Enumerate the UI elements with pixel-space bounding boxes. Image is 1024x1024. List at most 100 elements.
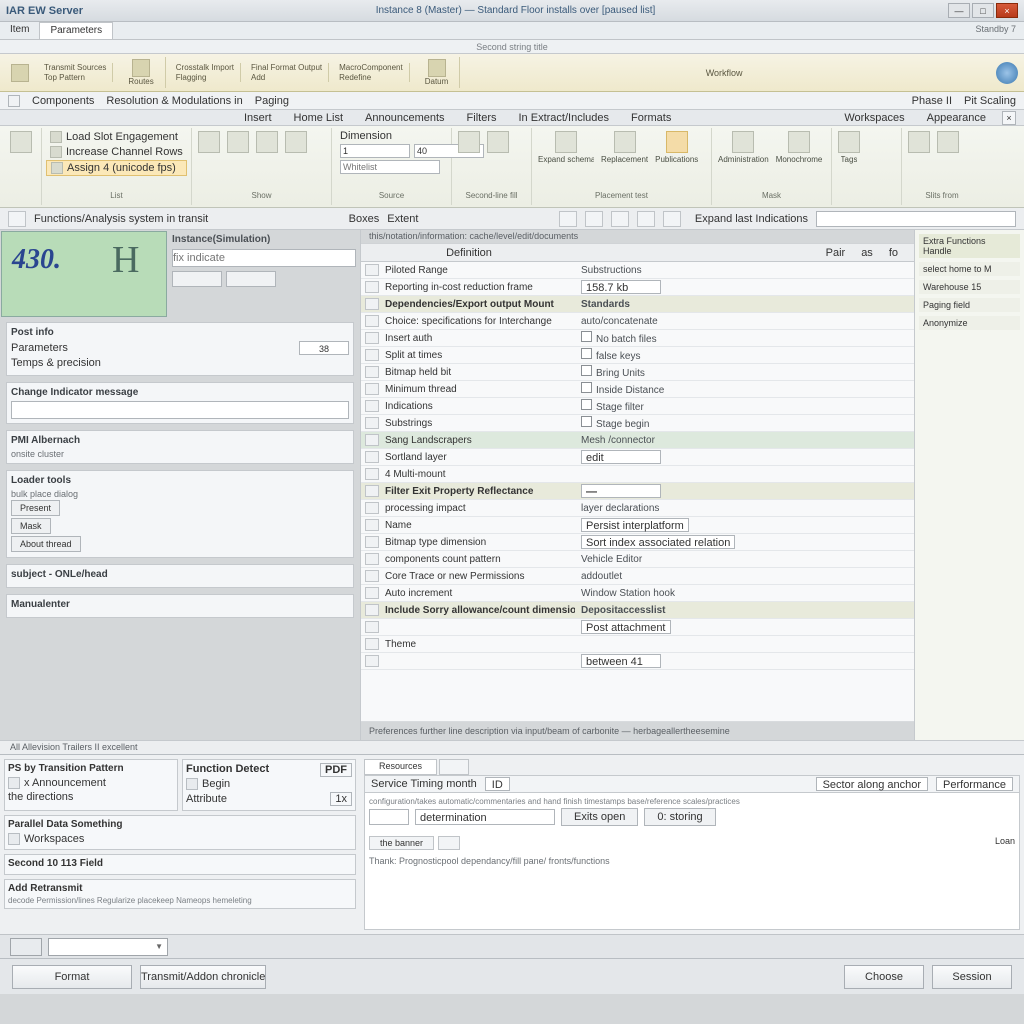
bar2-item[interactable]: Resolution & Modulations in — [106, 95, 242, 107]
property-row[interactable]: Insert authNo batch files — [361, 330, 914, 347]
rtab[interactable]: Workspaces — [838, 111, 910, 125]
property-row[interactable]: Auto incrementWindow Station hook — [361, 585, 914, 602]
right-item[interactable]: select home to M — [919, 262, 1020, 276]
bottom-tab[interactable]: Resources — [364, 759, 437, 775]
rbtn[interactable] — [283, 130, 309, 154]
value-box[interactable]: Post attachment — [581, 620, 671, 634]
combo-icon[interactable] — [10, 938, 42, 956]
rtab[interactable]: Insert — [238, 111, 278, 125]
row-value[interactable]: Stage filter — [581, 399, 910, 413]
row-value[interactable]: layer declarations — [581, 503, 910, 514]
choose-button[interactable]: Choose — [844, 965, 924, 989]
row-value[interactable]: Standards — [581, 299, 910, 310]
col-h[interactable]: fo — [881, 247, 906, 259]
bgroup-value[interactable]: PDF — [320, 763, 352, 777]
checkbox[interactable] — [581, 399, 592, 410]
row-value[interactable]: addoutlet — [581, 571, 910, 582]
combo-select[interactable]: ▼ — [48, 938, 168, 956]
property-row[interactable]: Minimum threadInside Distance — [361, 381, 914, 398]
bgroup-line[interactable]: x Announcement — [8, 776, 174, 790]
row-value[interactable]: Inside Distance — [581, 382, 910, 396]
property-row[interactable]: between 41 — [361, 653, 914, 670]
row-value[interactable]: edit — [581, 450, 910, 464]
format-button[interactable]: Format — [12, 965, 132, 989]
property-row[interactable]: Filter Exit Property Reflectance— — [361, 483, 914, 500]
right-item[interactable]: Paging field — [919, 298, 1020, 312]
panel-button[interactable]: Mask — [11, 518, 51, 534]
close-panel-icon[interactable]: × — [1002, 111, 1016, 125]
bgroup-value[interactable]: 1x — [330, 792, 352, 806]
rbtn[interactable] — [254, 130, 280, 154]
row-value[interactable]: 158.7 kb — [581, 280, 910, 294]
bgroup-line[interactable]: Begin — [186, 777, 352, 791]
panel-button[interactable]: Present — [11, 500, 60, 516]
panel-button[interactable]: About thread — [11, 536, 81, 552]
mini-button[interactable] — [637, 211, 655, 227]
property-row[interactable]: Bitmap held bitBring Units — [361, 364, 914, 381]
close-button[interactable]: × — [996, 3, 1018, 18]
row-value[interactable]: false keys — [581, 348, 910, 362]
property-row[interactable]: Theme — [361, 636, 914, 653]
property-row[interactable]: Dependencies/Export output MountStandard… — [361, 296, 914, 313]
rlist-item[interactable]: Load Slot Engagement — [46, 130, 187, 144]
mini-button[interactable] — [8, 211, 26, 227]
checkbox[interactable] — [581, 331, 592, 342]
help-orb-icon[interactable] — [996, 62, 1018, 84]
rtab[interactable]: Home List — [288, 111, 350, 125]
ribbon1-btn[interactable]: Routes — [123, 57, 158, 88]
row-value[interactable]: Substructions — [581, 265, 910, 276]
col-h[interactable]: as — [853, 247, 881, 259]
mini-button[interactable] — [559, 211, 577, 227]
rbtn[interactable]: Expand schema — [536, 130, 596, 165]
checkbox[interactable] — [581, 365, 592, 376]
session-button[interactable]: Session — [932, 965, 1012, 989]
bhead-button[interactable]: Performance — [936, 777, 1013, 791]
transmit-button[interactable]: Transmit/Addon chronicle — [140, 965, 266, 989]
bhead-select[interactable]: ID — [485, 777, 510, 791]
entry-num[interactable] — [369, 809, 409, 825]
rbtn[interactable] — [906, 130, 932, 154]
mini-button[interactable] — [663, 211, 681, 227]
menu-parameters[interactable]: Parameters — [39, 22, 113, 39]
side-top-input[interactable] — [172, 249, 356, 267]
ribbon1-btn[interactable]: Datum — [420, 57, 454, 88]
ribbon-app-icon[interactable] — [6, 62, 34, 84]
rbtn[interactable] — [456, 130, 482, 154]
property-row[interactable]: Choice: specifications for Interchangeau… — [361, 313, 914, 330]
rbtn[interactable]: Administration — [716, 130, 771, 165]
rbtn[interactable] — [485, 130, 511, 154]
bar2-right[interactable]: Pit Scaling — [964, 95, 1016, 107]
rtab[interactable]: Filters — [461, 111, 503, 125]
row-value[interactable]: — — [581, 484, 910, 498]
entry-button[interactable]: Exits open — [561, 808, 638, 826]
right-item[interactable]: Warehouse 15 — [919, 280, 1020, 294]
rbtn[interactable] — [935, 130, 961, 154]
property-row[interactable]: Sortland layeredit — [361, 449, 914, 466]
property-grid[interactable]: Piloted RangeSubstructionsReporting in-c… — [361, 262, 914, 721]
checkbox[interactable] — [581, 382, 592, 393]
rbtn[interactable] — [8, 130, 34, 154]
value-box[interactable]: — — [581, 484, 661, 498]
menu-item[interactable]: Item — [0, 22, 39, 39]
whitelist-input[interactable] — [340, 160, 440, 174]
rbtn[interactable]: Publications — [653, 130, 700, 165]
rbtn[interactable] — [196, 130, 222, 154]
rtab[interactable]: Formats — [625, 111, 677, 125]
bhead-button[interactable]: Sector along anchor — [816, 777, 928, 791]
rtab[interactable]: Appearance — [921, 111, 992, 125]
bottom-tab[interactable] — [439, 759, 469, 775]
bgroup-line[interactable]: the directions — [8, 790, 174, 804]
row-value[interactable]: Depositaccesslist — [581, 605, 910, 616]
rtab[interactable]: In Extract/Includes — [513, 111, 616, 125]
preview-thumbnail[interactable]: 430. H — [1, 231, 167, 317]
bgroup-line[interactable]: Workspaces — [8, 832, 352, 846]
form-input[interactable] — [340, 144, 410, 158]
checkbox[interactable] — [581, 416, 592, 427]
rlist-item-active[interactable]: Assign 4 (unicode fps) — [46, 160, 187, 176]
row-value[interactable]: Window Station hook — [581, 588, 910, 599]
value-box[interactable]: edit — [581, 450, 661, 464]
entry-button[interactable]: 0: storing — [644, 808, 715, 826]
bar2-item[interactable]: Components — [32, 95, 94, 107]
property-row[interactable]: Bitmap type dimensionSort index associat… — [361, 534, 914, 551]
rtab[interactable]: Announcements — [359, 111, 451, 125]
